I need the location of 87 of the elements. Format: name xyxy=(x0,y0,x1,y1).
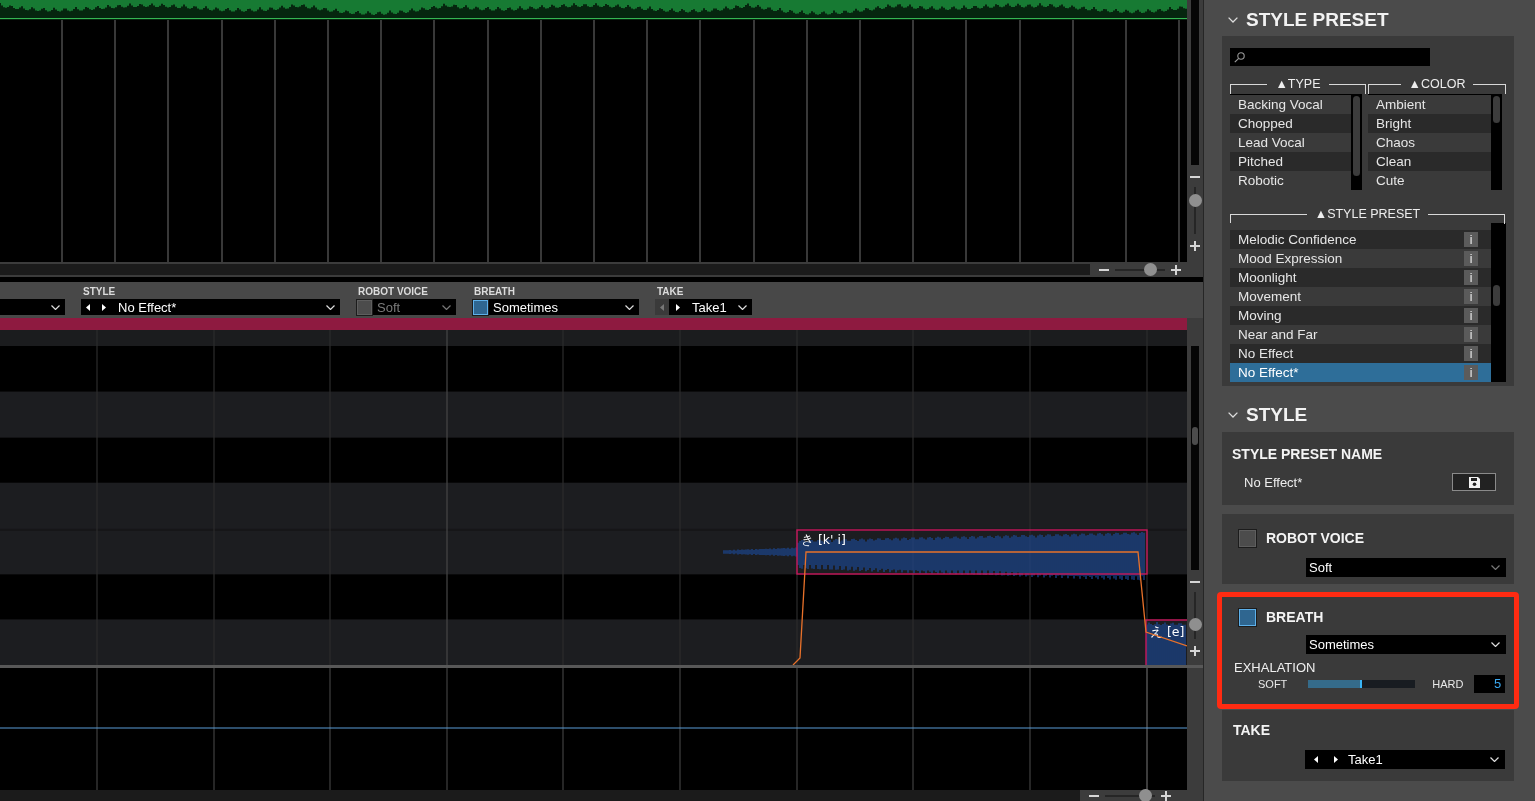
info-button[interactable]: i xyxy=(1464,270,1478,285)
slider-thumb[interactable] xyxy=(1188,193,1202,207)
slider-thumb[interactable] xyxy=(1138,789,1152,801)
info-button[interactable]: i xyxy=(1464,251,1478,266)
zoom-in-button[interactable] xyxy=(1171,264,1181,275)
dropdown[interactable]: Sometimes xyxy=(1306,635,1506,654)
chevron-down-icon xyxy=(1490,757,1499,762)
chevron-down-icon xyxy=(738,304,747,310)
right-triangle-icon xyxy=(102,303,106,311)
minus-icon xyxy=(1099,268,1109,271)
min-label: SOFT xyxy=(1258,678,1288,690)
section-toggle[interactable]: STYLE xyxy=(1222,399,1308,431)
info-button[interactable]: i xyxy=(1464,346,1478,361)
right-triangle-icon xyxy=(1334,756,1338,763)
note-block[interactable] xyxy=(1145,619,1187,665)
chevron-down-icon xyxy=(1491,642,1500,647)
lyric-label: え [e] xyxy=(1150,624,1185,639)
save-icon xyxy=(1468,476,1480,488)
minus-icon xyxy=(1190,176,1200,178)
list-item[interactable]: Robotic xyxy=(1230,171,1351,190)
value-field[interactable]: 5 xyxy=(1474,675,1506,693)
plus-icon xyxy=(1161,790,1171,801)
exhalation-slider[interactable] xyxy=(1308,680,1416,688)
info-button[interactable]: i xyxy=(1464,232,1478,247)
field-label: TAKE xyxy=(1233,721,1271,740)
toolbar-label: TAKE xyxy=(656,286,684,297)
preset-name-value: No Effect* xyxy=(1244,474,1303,490)
list-item[interactable]: No Effect* i xyxy=(1230,363,1491,382)
slider-label: EXHALATION xyxy=(1234,661,1316,675)
chevron-down-icon xyxy=(51,304,60,310)
chevron-down-icon xyxy=(1491,565,1500,570)
pitch-curve[interactable] xyxy=(792,551,1187,665)
scrollbar[interactable] xyxy=(0,790,1080,801)
list-item[interactable]: Cute xyxy=(1368,171,1491,190)
list-item[interactable]: Chaos xyxy=(1368,133,1491,152)
zoom-in-button[interactable] xyxy=(1189,240,1201,252)
dropdown[interactable]: No Effect* xyxy=(81,299,340,315)
chevron-down-icon xyxy=(442,304,451,310)
scrollbar[interactable] xyxy=(1191,0,1199,165)
list-item[interactable]: Mood Expression i xyxy=(1230,249,1491,268)
minus-icon xyxy=(1089,794,1099,797)
toolbar-label: STYLE xyxy=(82,286,116,297)
note-waveform xyxy=(1146,621,1186,665)
piano-roll[interactable]: き [k' i] え [e] xyxy=(0,330,1187,665)
chevron-down-icon xyxy=(625,304,634,310)
slider-thumb[interactable] xyxy=(1143,263,1157,276)
list-item[interactable]: Near and Far i xyxy=(1230,325,1491,344)
slider-thumb[interactable] xyxy=(1188,618,1202,632)
left-triangle-icon xyxy=(660,303,664,311)
dropdown[interactable]: Sometimes xyxy=(472,299,639,315)
left-triangle-icon xyxy=(86,303,90,311)
checkbox-label: ROBOT VOICE xyxy=(1266,529,1364,548)
dropdown[interactable] xyxy=(0,299,65,315)
right-triangle-icon xyxy=(676,303,680,311)
toolbar-label: BREATH xyxy=(473,286,515,297)
chevron-down-icon xyxy=(326,304,335,310)
zoom-in-button[interactable] xyxy=(1189,645,1201,657)
list-item[interactable]: Lead Vocal xyxy=(1230,133,1351,152)
list-item[interactable]: Movement i xyxy=(1230,287,1491,306)
section-toggle[interactable]: STYLE PRESET xyxy=(1222,4,1389,36)
zoom-in-button[interactable] xyxy=(1161,790,1171,801)
dropdown[interactable]: Take1 xyxy=(655,299,752,315)
scrollbar[interactable] xyxy=(0,264,1090,275)
search-field[interactable] xyxy=(1230,48,1430,66)
dropdown[interactable]: Take1 xyxy=(1305,750,1505,769)
plus-icon xyxy=(1171,264,1181,275)
toolbar-label: ROBOT VOICE xyxy=(357,286,428,297)
info-button[interactable]: i xyxy=(1464,289,1478,304)
list-item[interactable]: Ambient xyxy=(1368,95,1491,114)
info-button[interactable]: i xyxy=(1464,308,1478,323)
plus-icon xyxy=(1190,241,1200,251)
slider-fill[interactable] xyxy=(1308,680,1362,688)
list-item[interactable]: Backing Vocal xyxy=(1230,95,1351,114)
info-button[interactable]: i xyxy=(1464,327,1478,342)
checkbox[interactable] xyxy=(1239,608,1256,626)
checkbox-label: BREATH xyxy=(1266,608,1324,627)
scrollbar[interactable] xyxy=(1191,346,1199,570)
search-icon xyxy=(1234,51,1245,63)
save-button[interactable] xyxy=(1452,473,1496,491)
lyric-label: き [k' i] xyxy=(801,532,846,547)
checkbox[interactable] xyxy=(473,299,488,315)
info-button[interactable]: i xyxy=(1464,365,1478,380)
field-label: STYLE PRESET NAME xyxy=(1232,445,1383,464)
left-triangle-icon xyxy=(1314,756,1318,763)
minus-icon xyxy=(1190,581,1200,583)
max-label: HARD xyxy=(1432,678,1463,690)
plus-icon xyxy=(1190,646,1200,656)
